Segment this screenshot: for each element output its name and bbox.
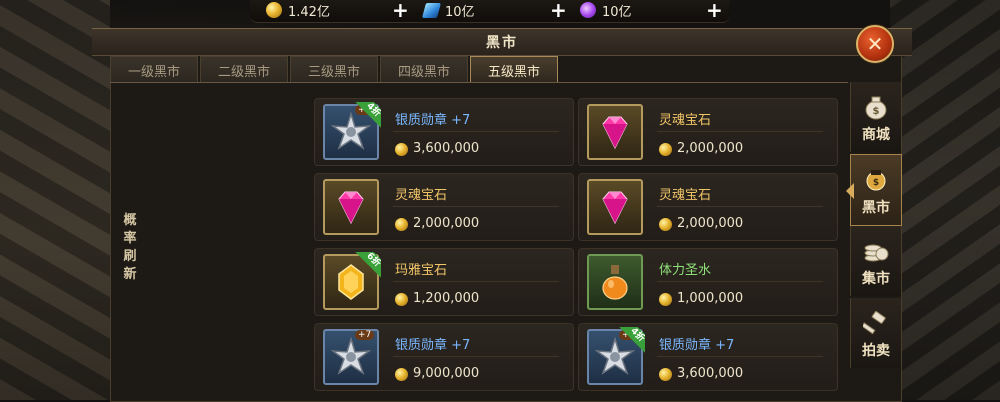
item-price: 1,200,000: [413, 291, 480, 306]
item-name: 银质勋章 +7: [395, 113, 471, 128]
item-card[interactable]: 灵魂宝石 2,000,000: [314, 173, 574, 241]
item-card[interactable]: 6折 玛雅宝石 1,200,000: [314, 248, 574, 316]
item-name: 玛雅宝石: [395, 263, 448, 278]
divider: [657, 281, 823, 282]
side-nav-label: 黑市: [862, 200, 890, 216]
diamond-icon: [421, 2, 442, 18]
side-nav-label: 集市: [862, 271, 890, 287]
item-name: 灵魂宝石: [395, 188, 448, 203]
tab-tier-3[interactable]: 三级黑市: [290, 56, 378, 83]
item-name: 体力圣水: [659, 263, 712, 278]
svg-text:$: $: [873, 178, 879, 188]
coin-stack-icon: [863, 238, 889, 264]
divider: [657, 356, 823, 357]
item-price: 1,000,000: [677, 291, 744, 306]
background-right: [890, 0, 1000, 400]
add-gold-button[interactable]: +: [392, 0, 409, 20]
side-nav-shop[interactable]: $ 商城: [850, 82, 901, 152]
item-name: 银质勋章 +7: [659, 338, 735, 353]
item-price: 9,000,000: [413, 366, 480, 381]
side-nav-label: 拍卖: [862, 343, 890, 359]
probability-refresh-button[interactable]: 概率刷新: [120, 212, 140, 284]
background-left: [0, 0, 110, 400]
diamond-amount: 10亿: [445, 4, 475, 20]
gold-coin-icon: [659, 368, 672, 381]
stamina-potion-icon: [593, 260, 637, 304]
active-nav-arrow-icon: [846, 183, 854, 199]
money-bag-icon: $: [863, 94, 889, 120]
title-bar: 黑市: [92, 28, 912, 56]
discount-badge: 4折: [353, 102, 381, 130]
crystal-resource: 10亿: [580, 0, 632, 20]
gold-coin-icon: [395, 218, 408, 231]
item-name: 银质勋章 +7: [395, 338, 471, 353]
item-price: 2,000,000: [677, 216, 744, 231]
item-card[interactable]: +7 银质勋章 +7 9,000,000: [314, 323, 574, 391]
silver-medal-icon: [329, 335, 373, 379]
discount-badge: 6折: [353, 252, 381, 280]
gold-coin-icon: [395, 368, 408, 381]
divider: [393, 281, 559, 282]
add-crystal-button[interactable]: +: [706, 0, 723, 20]
gold-coin-icon: [266, 2, 282, 18]
diamond-resource: 10亿: [421, 0, 475, 20]
gold-resource: 1.42亿: [266, 0, 330, 20]
gold-coin-icon: [395, 293, 408, 306]
gold-coin-icon: [395, 143, 408, 156]
divider: [393, 131, 559, 132]
side-nav-label: 商城: [862, 127, 890, 143]
item-price: 2,000,000: [677, 141, 744, 156]
item-price: 2,000,000: [413, 216, 480, 231]
item-price: 3,600,000: [677, 366, 744, 381]
divider: [657, 131, 823, 132]
item-name: 灵魂宝石: [659, 188, 712, 203]
divider: [393, 356, 559, 357]
gold-amount: 1.42亿: [288, 4, 330, 20]
close-icon: ✕: [866, 32, 884, 56]
market-tier-tabs: 一级黑市 二级黑市 三级黑市 四级黑市 五级黑市: [110, 56, 560, 83]
item-card[interactable]: 灵魂宝石 2,000,000: [578, 98, 838, 166]
gold-coin-icon: [659, 293, 672, 306]
side-nav-bazaar[interactable]: 集市: [850, 226, 901, 296]
side-nav-auction[interactable]: 拍卖: [850, 298, 901, 368]
enhance-level: +7: [355, 330, 375, 340]
gold-coin-icon: [659, 143, 672, 156]
window-title: 黑市: [486, 35, 518, 51]
item-card[interactable]: +7 4折 银质勋章 +7 3,600,000: [578, 323, 838, 391]
tab-divider: [110, 82, 848, 83]
tab-tier-1[interactable]: 一级黑市: [110, 56, 198, 83]
soul-gem-icon: [593, 110, 637, 154]
side-nav-black-market[interactable]: $ 黑市: [850, 154, 902, 226]
black-market-icon: $: [863, 167, 889, 193]
item-price: 3,600,000: [413, 141, 480, 156]
item-card[interactable]: 体力圣水 1,000,000: [578, 248, 838, 316]
divider: [657, 206, 823, 207]
item-card[interactable]: +7 4折 银质勋章 +7 3,600,000: [314, 98, 574, 166]
crystal-amount: 10亿: [602, 4, 632, 20]
item-name: 灵魂宝石: [659, 113, 712, 128]
tab-tier-5[interactable]: 五级黑市: [470, 56, 558, 83]
tab-tier-4[interactable]: 四级黑市: [380, 56, 468, 83]
gold-coin-icon: [659, 218, 672, 231]
item-grid: +7 4折 银质勋章 +7 3,600,000 灵魂宝石 2,000,000 灵…: [306, 86, 842, 400]
tab-tier-2[interactable]: 二级黑市: [200, 56, 288, 83]
item-card[interactable]: 灵魂宝石 2,000,000: [578, 173, 838, 241]
divider: [393, 206, 559, 207]
svg-text:$: $: [873, 106, 880, 117]
crystal-icon: [580, 2, 596, 18]
soul-gem-icon: [329, 185, 373, 229]
close-button[interactable]: ✕: [856, 25, 894, 63]
add-diamond-button[interactable]: +: [550, 0, 567, 20]
gavel-icon: [863, 310, 889, 336]
discount-badge: 4折: [617, 327, 645, 355]
soul-gem-icon: [593, 185, 637, 229]
